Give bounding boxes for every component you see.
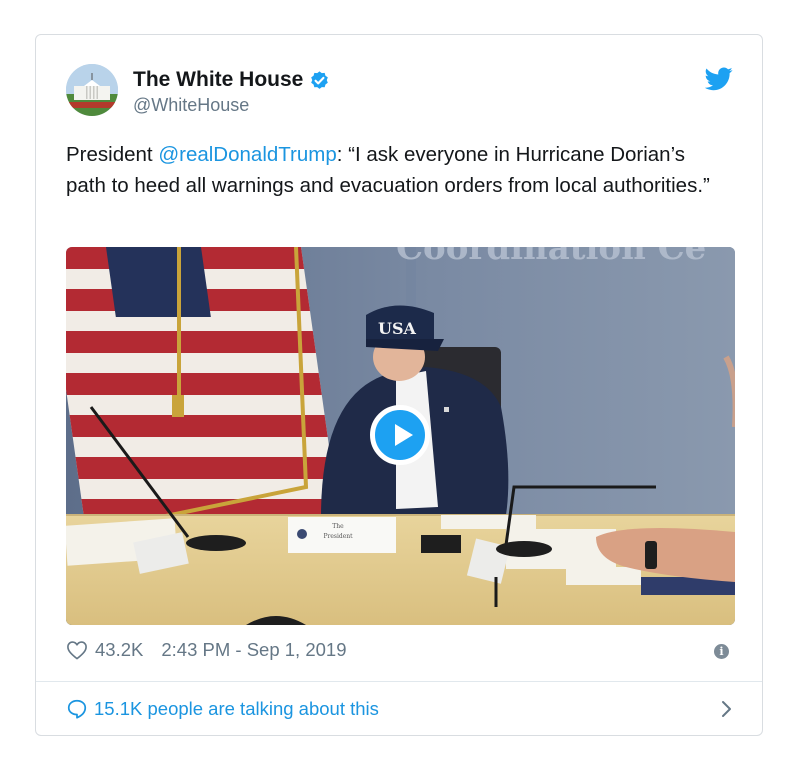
tweet-embed-card: The White House @WhiteHouse President @r… <box>35 34 763 736</box>
divider <box>36 681 762 682</box>
play-button[interactable] <box>370 405 430 465</box>
like-count[interactable]: 43.2K <box>95 639 143 661</box>
chevron-right-icon[interactable] <box>720 699 734 719</box>
verified-badge-icon <box>311 70 329 89</box>
white-house-avatar-icon <box>66 64 118 116</box>
avatar[interactable] <box>66 64 118 116</box>
cap-text: USA <box>378 319 417 338</box>
tweet-text: President @realDonaldTrump: “I ask every… <box>66 139 726 201</box>
placard-line-2: President <box>323 533 353 540</box>
placard-line-1: The <box>332 523 344 530</box>
mention-link[interactable]: @realDonaldTrump <box>158 143 336 166</box>
svg-text:Coordination Ce: Coordination Ce <box>396 247 706 268</box>
speech-bubble-icon <box>67 699 87 719</box>
timestamp-link[interactable]: 2:43 PM - Sep 1, 2019 <box>161 639 346 661</box>
tweet-meta-row: 43.2K 2:43 PM - Sep 1, 2019 <box>66 639 346 661</box>
author-name-row[interactable]: The White House <box>133 68 330 92</box>
conversation-link[interactable]: 15.1K people are talking about this <box>66 695 734 723</box>
display-name[interactable]: The White House <box>133 68 303 92</box>
handle[interactable]: @WhiteHouse <box>133 95 249 116</box>
twitter-bird-icon[interactable] <box>705 67 733 91</box>
conversation-text[interactable]: 15.1K people are talking about this <box>94 698 379 720</box>
heart-icon[interactable] <box>66 640 88 660</box>
info-icon[interactable]: i <box>714 644 729 659</box>
video-thumbnail[interactable]: Coordination Ce USA The President <box>66 247 735 625</box>
tweet-text-prefix: President <box>66 143 159 166</box>
